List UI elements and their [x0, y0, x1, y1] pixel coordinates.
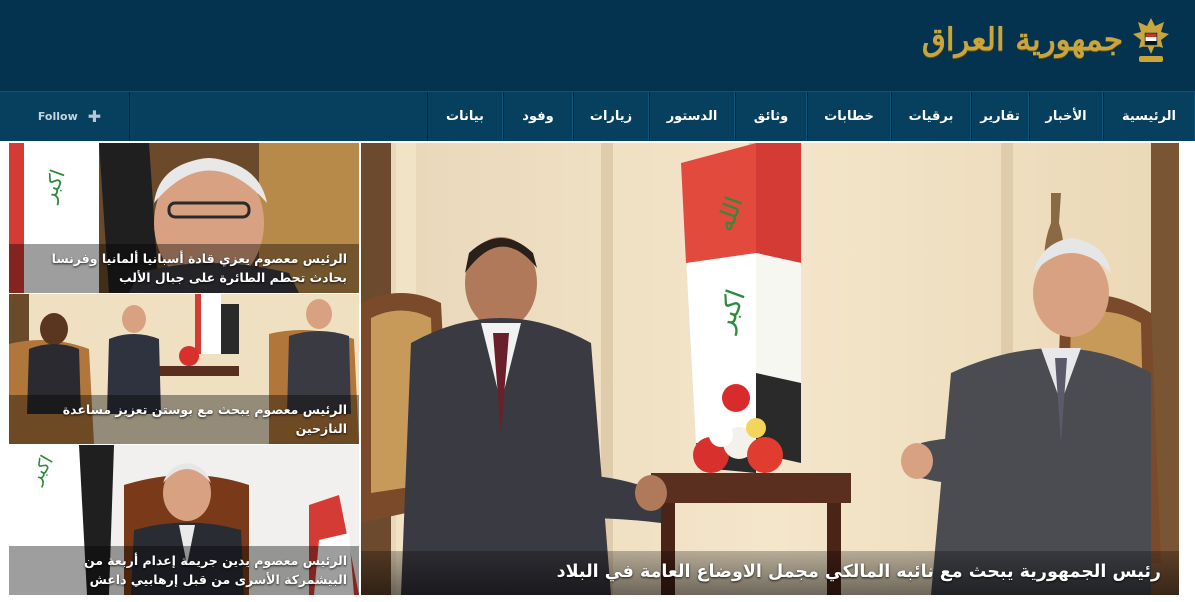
side-story-2[interactable]: الرئيس معصوم يبحث مع بوستن تعزيز مساعدة … [9, 294, 359, 444]
nav-item-delegations[interactable]: وفود [503, 92, 573, 141]
nav-item-documents[interactable]: وثائق [735, 92, 807, 141]
site-logo[interactable]: جمهورية العراق [922, 14, 1171, 66]
featured-story[interactable]: الله اكبر رئيس الجمهورية يبحث مع نائبه ا… [361, 143, 1179, 595]
featured-photo: الله اكبر [361, 143, 1179, 595]
featured-caption[interactable]: رئيس الجمهورية يبحث مع نائبه المالكي مجم… [361, 551, 1179, 595]
nav-item-visits[interactable]: زيارات [573, 92, 649, 141]
iraq-eagle-emblem-icon [1133, 18, 1169, 62]
nav-item-telegrams[interactable]: برقيات [891, 92, 971, 141]
nav-item-statements[interactable]: بيانات [427, 92, 503, 141]
site-header: جمهورية العراق [0, 0, 1195, 91]
nav-item-reports[interactable]: تقارير [971, 92, 1029, 141]
nav-menu: الرئيسية الأخبار تقارير برقيات خطابات وث… [427, 92, 1195, 141]
follow-button[interactable]: Follow ✚ [10, 92, 130, 141]
plus-icon: ✚ [87, 107, 102, 126]
nav-item-constitution[interactable]: الدستور [649, 92, 735, 141]
logo-text: جمهورية العراق [921, 21, 1123, 58]
side-story-3-caption[interactable]: الرئيس معصوم يدين جريمة إعدام أربعة من ا… [9, 546, 359, 595]
follow-label: Follow [37, 110, 78, 123]
side-story-1[interactable]: اكبر الرئيس معصوم يعزي قادة أسبانيا ألما… [9, 143, 359, 293]
nav-item-speeches[interactable]: خطابات [807, 92, 891, 141]
side-story-2-caption[interactable]: الرئيس معصوم يبحث مع بوستن تعزيز مساعدة … [9, 395, 359, 444]
nav-item-home[interactable]: الرئيسية [1103, 92, 1195, 141]
main-nav: الرئيسية الأخبار تقارير برقيات خطابات وث… [0, 91, 1195, 141]
side-story-3[interactable]: اكبر الرئيس معصوم يدين جريمة إعدام أربعة… [9, 445, 359, 595]
side-story-1-caption[interactable]: الرئيس معصوم يعزي قادة أسبانيا ألمانيا و… [9, 244, 359, 293]
nav-item-news[interactable]: الأخبار [1029, 92, 1103, 141]
